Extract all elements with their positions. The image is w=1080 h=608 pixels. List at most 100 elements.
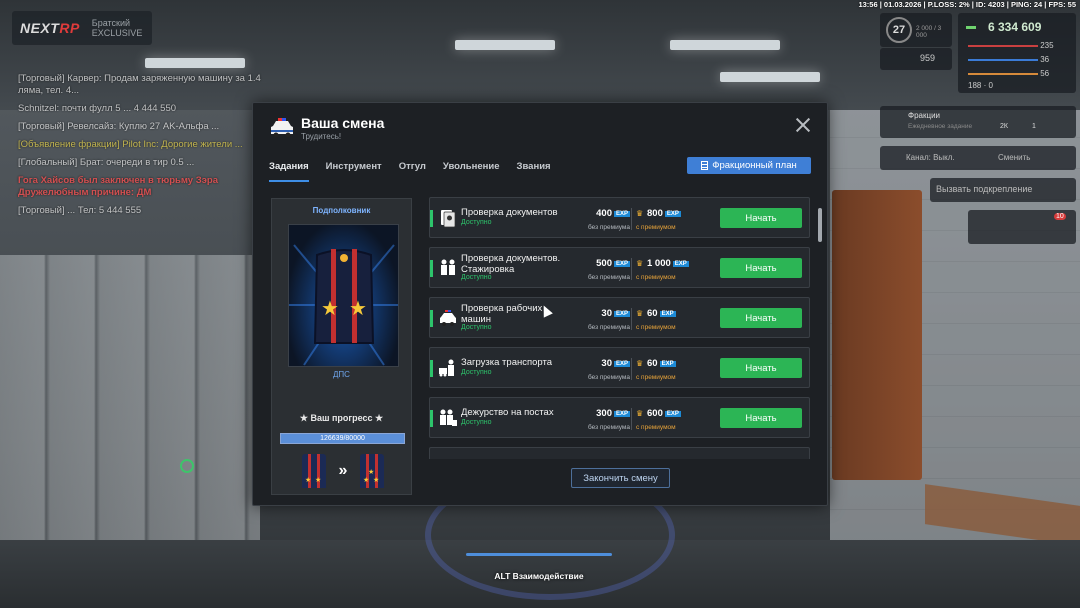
task-exp: 30 EXP <box>601 358 630 369</box>
crown-icon: ♛ <box>636 309 644 318</box>
documents-icon <box>441 210 456 228</box>
chevrons-right-icon: » <box>338 462 348 479</box>
start-button[interactable]: Начать <box>720 208 802 228</box>
crown-icon: ♛ <box>636 259 644 268</box>
task-row: Проверка документов Доступно 400 EXP без … <box>429 197 810 238</box>
notification-panel[interactable]: 10 <box>968 210 1076 244</box>
premium-label: с премиумом <box>636 424 676 431</box>
start-button[interactable]: Начать <box>720 358 802 378</box>
no-premium-label: без премиума <box>587 274 630 281</box>
task-list-scrollbar[interactable] <box>818 208 822 242</box>
lockers <box>0 255 260 545</box>
no-premium-label: без премиума <box>587 374 630 381</box>
chat-log: [Торговый] Карвер: Продам заряженную маш… <box>18 73 288 223</box>
chat-line: Гога Хайсов был заключен в тюрьму Зэра Д… <box>18 175 218 198</box>
xp-panel: 959 <box>880 48 952 70</box>
marker-icon <box>180 459 194 473</box>
task-exp-premium: 1 000 EXP <box>647 258 689 269</box>
divider <box>631 208 632 230</box>
task-status: Доступно <box>461 324 492 331</box>
no-premium-label: без премиума <box>587 224 630 231</box>
document-icon <box>701 161 709 170</box>
tab-tasks[interactable]: Задания <box>269 161 309 182</box>
level-panel: 27 2 000 / 3 000 <box>880 13 952 47</box>
divider <box>631 408 632 430</box>
chat-line: [Глобальный] Брат: очереди в тир 0.5 ... <box>18 157 195 168</box>
post-duty-icon <box>440 409 457 426</box>
faction-plan-label: Фракционный план <box>712 160 797 171</box>
task-exp: 30 EXP <box>601 308 630 319</box>
server-status-line: 13:56 | 01.03.2026 | P.LOSS: 2% | ID: 42… <box>858 0 1076 9</box>
server-logo: NEXTRP Братский EXCLUSIVE <box>12 11 152 45</box>
ceiling-light <box>455 40 555 50</box>
start-button[interactable]: Начать <box>720 308 802 328</box>
task-exp: 400 EXP <box>596 208 630 219</box>
rank-progress-bar: 126639/80000 <box>280 433 405 444</box>
police-car-icon <box>440 310 456 326</box>
tab-ranks[interactable]: Звания <box>517 161 551 182</box>
task-row: Проверка документов. Стажировка Доступно… <box>429 247 810 288</box>
money-panel: ▬ 6 334 609 235 36 56 188 · 0 <box>958 13 1076 93</box>
status-accent <box>430 310 433 327</box>
police-car-icon <box>269 117 295 139</box>
task-status: Доступно <box>461 419 492 426</box>
ceiling-light <box>145 58 245 68</box>
crown-icon: ♛ <box>636 359 644 368</box>
progress-label: ★ Ваш прогресс ★ <box>299 413 384 423</box>
premium-label: с премиумом <box>636 224 676 231</box>
channel-label: Канал: Выкл. <box>906 153 955 162</box>
status-accent <box>430 360 433 377</box>
task-exp-premium: 60 EXP <box>647 358 676 369</box>
task-name: Проверка рабочих машин <box>461 303 543 325</box>
no-premium-label: без премиума <box>587 424 630 431</box>
premium-label: с премиумом <box>636 374 676 381</box>
status-accent <box>430 410 433 427</box>
chat-line: [Объявление фракции] Pilot Inc: Дорогие … <box>18 139 243 150</box>
radio-channel-panel[interactable]: Канал: Выкл. Сменить <box>880 146 1076 170</box>
interaction-hint: ALT Взаимодействие <box>494 571 584 581</box>
tab-dismissal[interactable]: Увольнение <box>443 161 500 182</box>
shift-modal: Ваша смена Трудитесь! Задания Инструмент… <box>252 102 828 506</box>
tab-tools[interactable]: Инструмент <box>326 161 382 182</box>
chat-line: [Торговый] Ревелсайз: Куплю 27 AK-Альфа … <box>18 121 220 132</box>
divider <box>631 308 632 330</box>
rank-transition: ★ ★ » ★ ★ ★ <box>302 454 384 488</box>
faction-reward-count: 1 <box>1032 123 1036 130</box>
officers-icon <box>441 259 455 275</box>
faction-panel[interactable]: Фракции Ежедневное задание 2К 1 <box>880 106 1076 138</box>
shoulder-board-image: ★ ★ <box>288 224 399 367</box>
health-stat: 235 <box>968 41 1068 50</box>
interaction-bar <box>466 553 612 556</box>
faction-title: Фракции <box>908 111 940 120</box>
current-rank-icon: ★ ★ <box>302 454 326 488</box>
notification-count: 10 <box>1054 213 1066 220</box>
modal-title: Ваша смена <box>301 115 385 131</box>
start-button[interactable]: Начать <box>720 408 802 428</box>
task-status: Доступно <box>461 219 492 226</box>
finish-shift-button[interactable]: Закончить смену <box>571 468 670 488</box>
crown-icon: ♛ <box>636 209 644 218</box>
modal-subtitle: Трудитесь! <box>301 132 342 141</box>
channel-change[interactable]: Сменить <box>998 153 1030 162</box>
task-row: Дежурство на постах Доступно 300 EXP без … <box>429 397 810 438</box>
logo-text: NEXTRP <box>20 20 80 36</box>
progress-text: 126639/80000 <box>320 435 365 442</box>
armor-stat: 188 · 0 <box>968 81 993 90</box>
svg-text:★: ★ <box>349 296 367 320</box>
close-icon[interactable] <box>795 117 811 133</box>
faction-plan-button[interactable]: Фракционный план <box>687 157 811 174</box>
food-stat: 36 <box>968 55 1068 64</box>
status-accent <box>430 260 433 277</box>
start-button[interactable]: Начать <box>720 258 802 278</box>
next-rank-icon: ★ ★ ★ <box>360 454 384 488</box>
task-status: Доступно <box>461 274 492 281</box>
task-exp-premium: 600 EXP <box>647 408 681 419</box>
divider <box>631 258 632 280</box>
rank-department: ДПС <box>333 370 350 379</box>
ceiling-light <box>670 40 780 50</box>
tab-leave[interactable]: Отгул <box>399 161 426 182</box>
task-list: Проверка документов Доступно 400 EXP без … <box>429 197 812 459</box>
rank-name: Подполковник <box>312 206 371 215</box>
call-backup-button[interactable]: Вызвать подкрепление <box>930 178 1076 202</box>
task-name: Дежурство на постах <box>461 407 554 418</box>
